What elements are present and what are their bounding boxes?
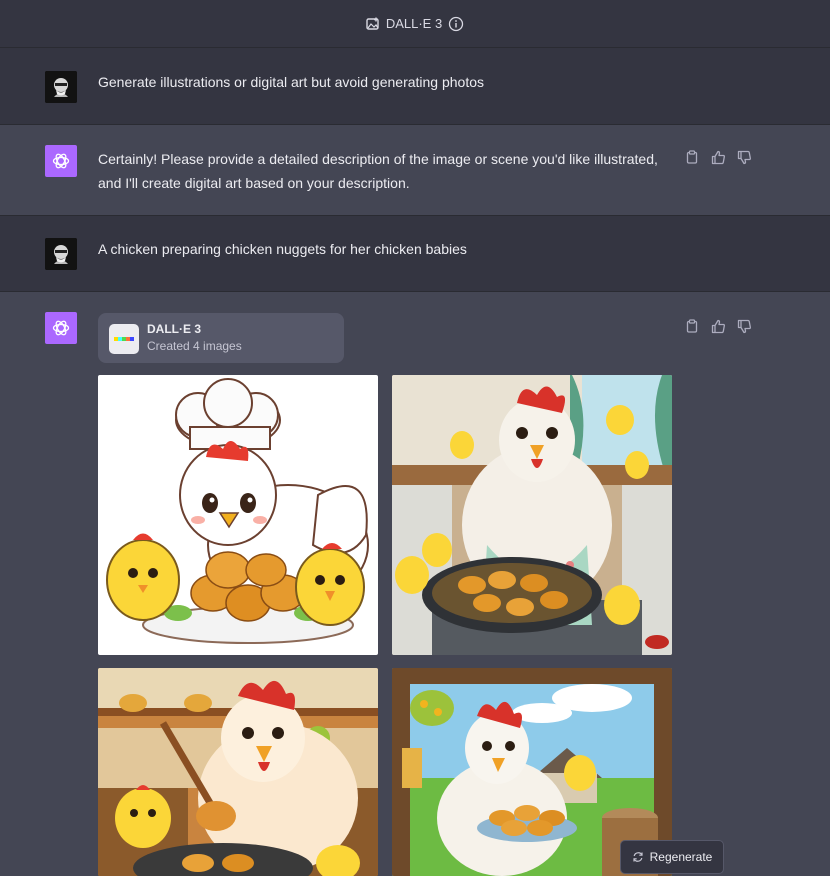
- user-message-row: Generate illustrations or digital art bu…: [0, 49, 830, 125]
- generated-image-1[interactable]: [98, 375, 378, 655]
- thumbs-up-icon[interactable]: [708, 147, 728, 167]
- thumbs-up-icon[interactable]: [708, 316, 728, 336]
- tool-name: DALL·E 3: [147, 322, 201, 336]
- generated-image-3[interactable]: [98, 668, 378, 876]
- refresh-icon: [632, 851, 644, 863]
- thumbs-down-icon[interactable]: [734, 147, 754, 167]
- clipboard-icon[interactable]: [682, 147, 702, 167]
- regenerate-button[interactable]: Regenerate: [620, 840, 724, 874]
- message-actions: [682, 316, 754, 336]
- clipboard-icon[interactable]: [682, 316, 702, 336]
- generated-image-2[interactable]: [392, 375, 672, 655]
- chatgpt-logo-icon: [45, 145, 77, 177]
- assistant-message-row: Certainly! Please provide a detailed des…: [0, 125, 830, 216]
- model-title: DALL·E 3: [385, 16, 443, 31]
- tool-status: Created 4 images: [147, 339, 242, 353]
- assistant-line-1: Certainly! Please provide a detailed des…: [98, 151, 658, 167]
- regenerate-label: Regenerate: [649, 850, 713, 864]
- dalle-thumbnail-icon: [109, 324, 139, 354]
- thumbs-down-icon[interactable]: [734, 316, 754, 336]
- message-actions: [682, 147, 754, 167]
- info-icon[interactable]: [448, 16, 464, 32]
- dalle-tool-card[interactable]: DALL·E 3 Created 4 images: [98, 313, 344, 363]
- image-plus-icon: [366, 17, 380, 31]
- assistant-line-2: and I'll create digital art based on you…: [98, 175, 410, 191]
- model-header: DALL·E 3: [0, 0, 830, 48]
- assistant-message-text: Certainly! Please provide a detailed des…: [98, 147, 658, 195]
- user-message-row: A chicken preparing chicken nuggets for …: [0, 216, 830, 292]
- user-avatar: [45, 238, 77, 270]
- user-avatar: [45, 71, 77, 103]
- user-message-text: Generate illustrations or digital art bu…: [98, 74, 485, 90]
- user-message-text: A chicken preparing chicken nuggets for …: [98, 241, 467, 257]
- chatgpt-logo-icon: [45, 312, 77, 344]
